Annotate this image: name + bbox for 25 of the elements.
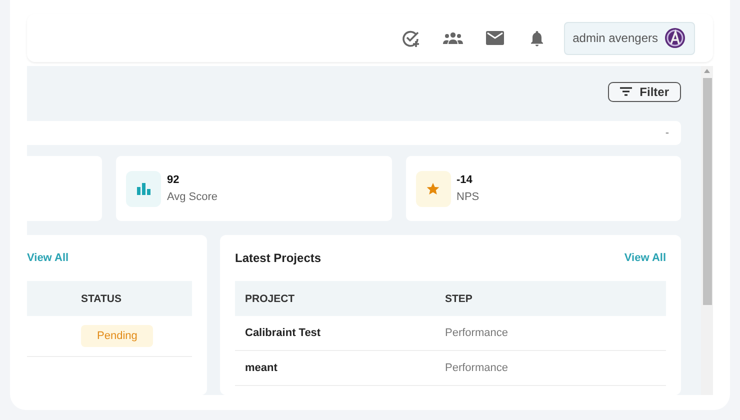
- filter-button[interactable]: Filter: [608, 82, 681, 102]
- scrollbar[interactable]: [701, 66, 713, 395]
- status-badge: Pending: [81, 325, 154, 347]
- people-icon[interactable]: [442, 31, 463, 45]
- bar-chart-icon: [126, 170, 161, 206]
- table-cell: Calibraint Test: [245, 327, 321, 339]
- stat-value: 92: [167, 174, 180, 186]
- stat-label: NPS: [456, 191, 480, 203]
- avatar-icon: [664, 27, 686, 49]
- table-cell: Performance: [445, 362, 508, 374]
- check-plus-icon[interactable]: [400, 28, 421, 48]
- scrollbar-thumb[interactable]: [703, 78, 712, 305]
- bell-icon[interactable]: [530, 30, 544, 46]
- stat-label: Avg Score: [167, 191, 218, 203]
- table-cell: Performance: [445, 327, 508, 339]
- summary-value: -: [665, 126, 669, 139]
- mail-icon[interactable]: [486, 31, 504, 45]
- filter-icon: [620, 87, 632, 96]
- table-cell: meant: [245, 362, 278, 374]
- column-header: PROJECT: [235, 281, 435, 316]
- card-title: Latest Projects: [235, 251, 322, 265]
- column-header: STATUS: [27, 281, 192, 316]
- user-menu-button[interactable]: admin avengers: [564, 22, 695, 54]
- stat-value: -14: [456, 174, 474, 186]
- column-header: STEP: [435, 281, 666, 316]
